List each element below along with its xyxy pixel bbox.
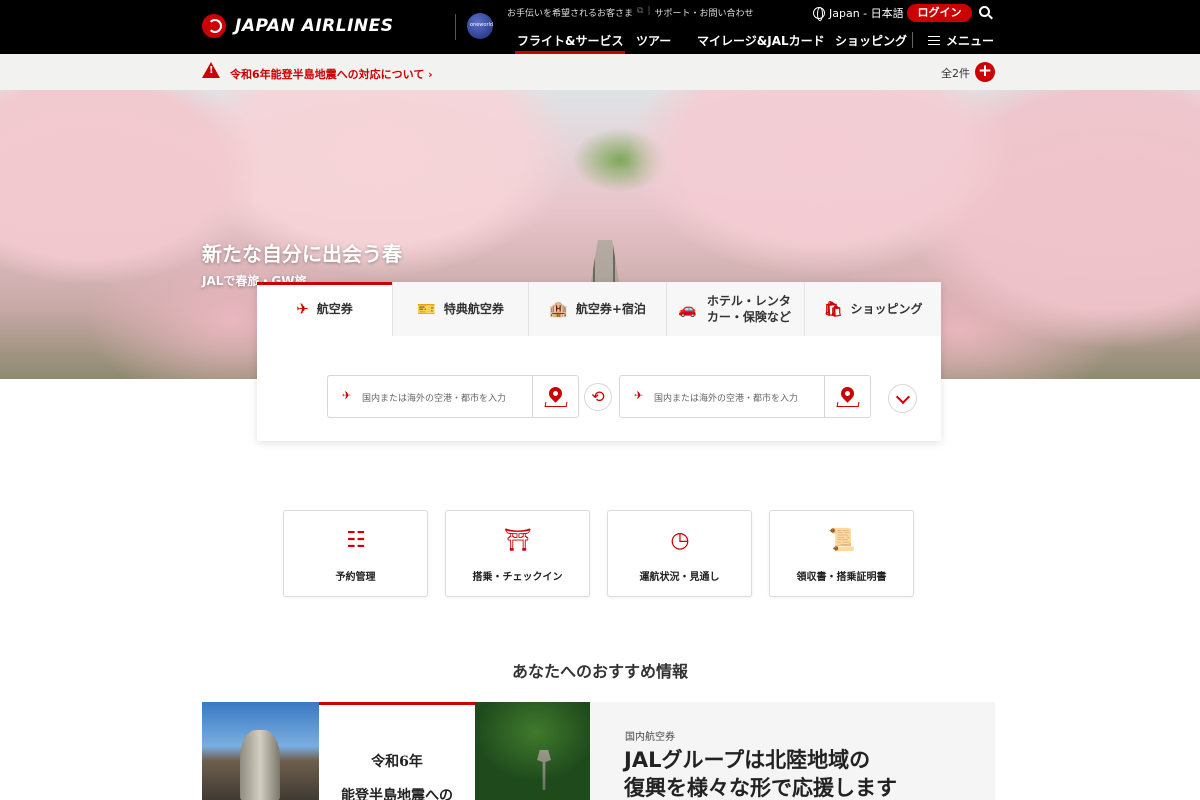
origin-placeholder: 国内または海外の空港・都市を入力 [362, 394, 507, 404]
swap-airports-button[interactable]: ⟲ [584, 383, 612, 411]
quick-link-label: 運航状況・見通し [639, 572, 720, 583]
language-selector[interactable]: Japan - 日本語 [813, 5, 904, 21]
quick-link-checkin[interactable]: ⛩ 搭乗・チェックイン [445, 510, 590, 597]
oneworld-label: oneworld [470, 22, 494, 28]
booking-tabs: ✈ 航空券 🎫 特典航空券 🏨 航空券+宿泊 🚗 ホテル・レンタカー・保険など … [257, 282, 941, 336]
plane-hotel-icon: 🏨 [549, 300, 568, 318]
notice-link[interactable]: 令和6年能登半島地震への対応について › [230, 66, 433, 82]
map-pin-icon [546, 384, 565, 403]
checklist-icon: ☷ [346, 528, 366, 553]
coast-rock-image [202, 702, 319, 800]
global-header: JAPAN AIRLINES oneworld お手伝いを希望されるお客さま ⧉… [0, 0, 1200, 54]
ticket-icon: 🎫 [417, 300, 436, 318]
nav-mileage-card[interactable]: マイレージ&JALカード [697, 32, 825, 49]
logo-text: JAPAN AIRLINES [235, 16, 394, 36]
menu-label: メニュー [946, 34, 995, 48]
notice-text: 令和6年能登半島地震への対応について [230, 68, 425, 81]
origin-field[interactable]: ✈ 国内または海外の空港・都市を入力 [327, 375, 579, 418]
feature-title-panel: 令和6年 能登半島地震への [319, 702, 475, 800]
boarding-gate-icon: ⛩ [504, 528, 532, 553]
tab-label: 特典航空券 [443, 302, 504, 316]
feature-card[interactable]: 令和6年 能登半島地震への 国内航空券 JALグループは北陸地域の 復興を様々な… [202, 702, 995, 800]
quick-link-flight-status[interactable]: ◷ 運航状況・見通し [607, 510, 752, 597]
utility-links: お手伝いを希望されるお客さま ⧉ | サポート・お問い合わせ [507, 6, 754, 19]
shopping-bag-icon: 🛍 [823, 300, 843, 318]
jal-crane-icon [202, 14, 226, 38]
expand-notices-button[interactable]: + [975, 62, 995, 82]
departure-plane-icon: ✈ [342, 389, 352, 402]
plane-icon: ✈ [296, 300, 309, 318]
hamburger-icon [928, 36, 940, 45]
recommend-title: あなたへのおすすめ情報 [511, 662, 688, 681]
destination-field[interactable]: ✈ 国内または海外の空港・都市を入力 [619, 375, 871, 418]
hero-title: 新たな自分に出会う春 [202, 242, 402, 266]
tab-label: ショッピング [850, 302, 923, 316]
globe-icon [813, 7, 825, 21]
feature-headline-line1: JALグループは北陸地域の [624, 748, 871, 772]
hotel-car-icon: 🚗 [678, 300, 697, 318]
notice-count: 全2件 [941, 67, 970, 80]
garden-lantern-image [475, 702, 590, 800]
arrival-plane-icon: ✈ [634, 389, 644, 402]
nav-shopping[interactable]: ショッピング [835, 32, 907, 49]
nav-flight-services[interactable]: フライト&サービス [514, 32, 626, 54]
tab-label: ホテル・レンタカー・保険など [706, 294, 791, 324]
feature-image-line2: 能登半島地震への [341, 788, 453, 800]
jal-logo[interactable]: JAPAN AIRLINES [202, 14, 394, 38]
assistance-link[interactable]: お手伝いを希望されるお客さま [507, 6, 633, 19]
quick-link-label: 領収書・搭乗証明書 [796, 572, 887, 583]
booking-panel: ✈ 航空券 🎫 特典航空券 🏨 航空券+宿泊 🚗 ホテル・レンタカー・保険など … [257, 282, 941, 441]
stone-lantern-shape [537, 750, 551, 790]
feature-headline-line2: 復興を様々な形で応援します [624, 776, 897, 800]
origin-map-button[interactable] [532, 376, 578, 417]
map-pin-icon [838, 384, 857, 403]
quick-link-reservations[interactable]: ☷ 予約管理 [283, 510, 428, 597]
quick-link-label: 予約管理 [335, 572, 376, 583]
quick-link-label: 搭乗・チェックイン [472, 572, 563, 583]
language-label: Japan - 日本語 [829, 7, 904, 20]
chevron-right-icon: › [428, 68, 433, 81]
warning-icon [202, 62, 220, 78]
feature-text-panel: 国内航空券 JALグループは北陸地域の 復興を様々な形で応援します [590, 702, 995, 800]
oneworld-logo-icon[interactable]: oneworld [467, 13, 493, 39]
logo-divider [455, 14, 456, 40]
tab-shopping[interactable]: 🛍 ショッピング [805, 282, 941, 336]
tab-flights[interactable]: ✈ 航空券 [257, 282, 393, 336]
quick-link-receipts[interactable]: 📜 領収書・搭乗証明書 [769, 510, 914, 597]
menu-button[interactable]: メニュー [928, 32, 994, 49]
nav-divider [912, 32, 913, 48]
swap-icon: ⟲ [591, 387, 605, 406]
tab-flight-hotel[interactable]: 🏨 航空券+宿泊 [529, 282, 667, 336]
external-link-icon: ⧉ [637, 6, 644, 16]
tab-label: 航空券+宿泊 [575, 302, 646, 316]
chevron-down-icon[interactable] [888, 384, 917, 413]
clock-icon: ◷ [670, 528, 690, 553]
destination-map-button[interactable] [824, 376, 870, 417]
tab-award-tickets[interactable]: 🎫 特典航空券 [393, 282, 529, 336]
destination-placeholder: 国内または海外の空港・都市を入力 [654, 394, 799, 404]
feature-image-line1: 令和6年 [371, 754, 423, 770]
util-divider: | [647, 6, 651, 16]
nav-tours[interactable]: ツアー [636, 32, 671, 49]
support-link[interactable]: サポート・お問い合わせ [655, 6, 754, 19]
rock-shape [240, 730, 280, 800]
feature-category: 国内航空券 [625, 732, 675, 743]
receipt-icon: 📜 [828, 528, 856, 553]
notice-bar: 令和6年能登半島地震への対応について › 全2件 + [0, 54, 1200, 90]
tab-hotel-car-insurance[interactable]: 🚗 ホテル・レンタカー・保険など [667, 282, 805, 336]
login-button[interactable]: ログイン [907, 4, 972, 22]
map-base-icon [544, 402, 568, 407]
tab-label: 航空券 [316, 302, 353, 316]
map-base-icon [836, 402, 860, 407]
search-icon[interactable] [979, 6, 990, 17]
